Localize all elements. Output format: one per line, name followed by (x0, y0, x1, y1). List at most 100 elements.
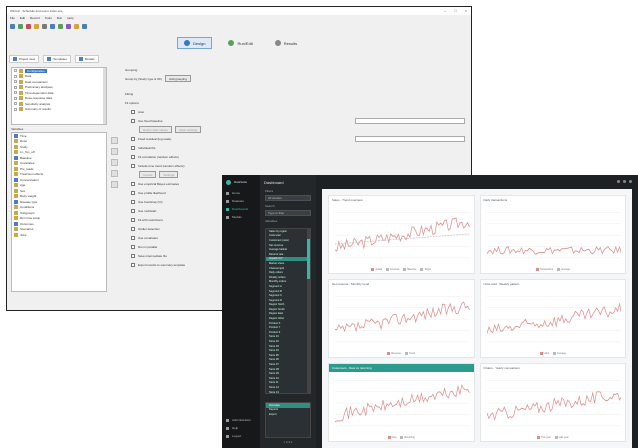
move-up-button[interactable] (111, 159, 118, 166)
legend-item[interactable]: Last year (554, 435, 569, 439)
toolbar (7, 21, 471, 31)
more-icon[interactable] (629, 179, 632, 183)
legend-item[interactable]: Trend (404, 351, 415, 355)
menu-record[interactable]: Record (30, 16, 40, 20)
option-checkbox[interactable] (131, 235, 135, 240)
study-select[interactable]: All studies (265, 195, 311, 201)
remove-button[interactable] (111, 181, 118, 188)
open-icon[interactable] (18, 23, 23, 29)
legend-item[interactable]: Units (539, 351, 549, 355)
list-scroll-thumb[interactable] (307, 239, 310, 279)
settings-icon[interactable] (42, 23, 47, 29)
maximize-icon[interactable]: □ (454, 8, 456, 13)
menu-file[interactable]: File (10, 16, 15, 20)
value-field[interactable] (355, 135, 465, 142)
legend-item[interactable]: Average (553, 351, 566, 355)
tab-templates[interactable]: Templates (43, 55, 71, 63)
menu-run[interactable]: Run (57, 16, 63, 20)
option-checkbox[interactable] (131, 145, 135, 150)
rail-item-help[interactable]: Help (222, 424, 260, 432)
refresh-icon[interactable] (623, 179, 626, 183)
legend-item[interactable]: New (387, 435, 396, 439)
chart-icon[interactable] (66, 23, 71, 29)
option-checkbox[interactable] (131, 181, 135, 186)
menu-edit[interactable]: Edit (20, 16, 25, 20)
define-start-values-button[interactable]: Define start values (139, 126, 172, 133)
variable-list-item[interactable]: Store 13 (266, 390, 310, 393)
menu-tools[interactable]: Tools (45, 16, 52, 20)
option-checkbox[interactable] (131, 253, 135, 258)
new-icon[interactable] (10, 23, 15, 29)
legend-item[interactable]: Forecast (386, 267, 399, 271)
option-checkbox[interactable] (131, 244, 135, 249)
expand-icon[interactable] (14, 85, 17, 89)
help-icon[interactable] (82, 23, 87, 29)
variable-icon (14, 150, 18, 155)
value-field[interactable] (355, 117, 465, 124)
legend-item[interactable]: Revenue (387, 351, 401, 355)
expand-icon[interactable] (14, 107, 17, 111)
legend-item[interactable]: This year (536, 435, 551, 439)
tree-scrollbar[interactable] (103, 68, 106, 124)
play-icon[interactable] (58, 23, 63, 29)
group-by-row: Group by (Study type & Ob) Add grouping (125, 74, 465, 83)
option-checkbox[interactable] (131, 154, 135, 159)
close-icon[interactable]: × (465, 8, 467, 13)
tab-models[interactable]: Models (74, 55, 99, 63)
rail-item-logout[interactable]: Logout (222, 432, 260, 440)
menu-help[interactable]: Help (67, 16, 73, 20)
variable-item[interactable]: Jobs (12, 232, 106, 238)
clear-settings-button[interactable]: Clear settings (174, 126, 202, 133)
rail-item-datasets[interactable]: Datasets (222, 197, 260, 205)
option-checkbox[interactable] (131, 262, 135, 267)
expand-icon[interactable] (14, 74, 17, 78)
legend-item[interactable]: Average (557, 267, 570, 271)
cancel-button[interactable]: Cancel (139, 171, 157, 178)
expand-icon[interactable] (14, 69, 17, 73)
option-checkbox[interactable] (131, 118, 135, 123)
expand-icon[interactable] (14, 102, 17, 106)
move-left-button[interactable] (111, 148, 118, 155)
save-icon[interactable] (50, 23, 55, 29)
option-checkbox[interactable] (131, 199, 135, 204)
add-grouping-button[interactable]: Add grouping (165, 75, 191, 82)
search-input[interactable]: Type to filter (265, 210, 311, 216)
expand-icon[interactable] (14, 80, 17, 84)
variables-tree: Time Dose Study Ln_Tox_eff Baseline Covariate… (11, 132, 107, 292)
rail-item-administration[interactable]: Administration (222, 416, 260, 424)
option-checkbox[interactable] (131, 136, 135, 141)
folder-icon[interactable] (34, 23, 39, 29)
share-icon[interactable] (617, 179, 620, 183)
tree-item[interactable]: Summary of results (12, 107, 106, 113)
fit-options-label: Fit options (125, 100, 139, 105)
tab-design[interactable]: Design (177, 37, 213, 49)
minimize-icon[interactable]: – (444, 8, 446, 13)
tab-run-edit[interactable]: Run/Edit (222, 37, 258, 49)
rail-item-models[interactable]: Models (222, 213, 260, 221)
move-down-button[interactable] (111, 170, 118, 177)
stop-icon[interactable] (26, 23, 31, 29)
legend-item[interactable]: Actual (371, 267, 382, 271)
move-right-button[interactable] (111, 137, 118, 144)
legend-item[interactable]: Target (420, 267, 431, 271)
expand-icon[interactable] (14, 91, 17, 95)
option-checkbox[interactable] (131, 190, 135, 195)
expand-icon[interactable] (14, 96, 17, 100)
tab-project-view[interactable]: Project view (9, 55, 40, 63)
settings-button[interactable]: Settings (159, 171, 179, 178)
rail-item-dashboards[interactable]: Dashboards (222, 205, 260, 213)
export-icon[interactable] (74, 23, 79, 29)
option-checkbox[interactable] (131, 226, 135, 231)
option-checkbox[interactable] (131, 109, 135, 114)
legend-item[interactable]: Transactions (535, 267, 553, 271)
legend-item[interactable]: Returning (400, 435, 415, 439)
view-list-item[interactable]: Export (266, 412, 310, 417)
tab-results[interactable]: Results (269, 37, 303, 49)
main-toolbar (316, 175, 638, 187)
legend-item[interactable]: Baseline (403, 267, 416, 271)
option-checkbox[interactable] (131, 217, 135, 222)
chart-legend: Transactions Average (481, 267, 626, 271)
option-checkbox[interactable] (131, 208, 135, 213)
option-checkbox[interactable] (131, 163, 135, 168)
rail-item-home[interactable]: Home (222, 189, 260, 197)
